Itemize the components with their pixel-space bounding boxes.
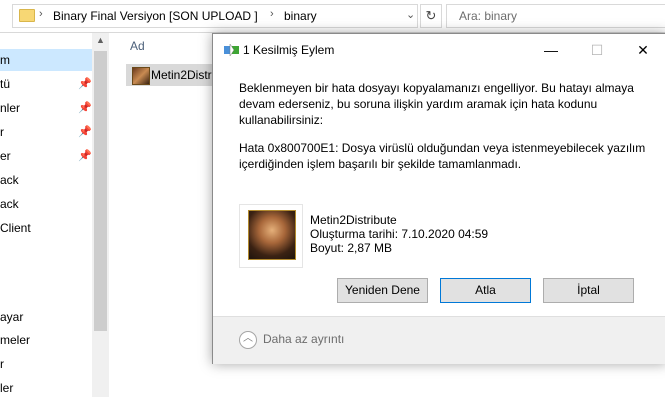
- dialog-footer: ︿ Daha az ayrıntı: [213, 316, 665, 364]
- nav-item[interactable]: ayar: [0, 306, 92, 328]
- dialog-titlebar[interactable]: 1 Kesilmiş Eylem — ☐ ✕: [213, 34, 665, 66]
- nav-item-label: nler: [0, 101, 21, 115]
- refresh-button[interactable]: ↻: [420, 4, 442, 28]
- nav-item[interactable]: meler: [0, 329, 92, 351]
- file-name: Metin2Distrib: [151, 68, 222, 82]
- maximize-button: ☐: [574, 34, 620, 66]
- retry-button[interactable]: Yeniden Dene: [337, 278, 428, 303]
- nav-item[interactable]: er 📌: [0, 145, 92, 167]
- nav-item-label: r: [0, 125, 4, 139]
- refresh-icon: ↻: [425, 8, 437, 23]
- nav-item-label: ack: [0, 197, 19, 211]
- fewer-details-toggle[interactable]: Daha az ayrıntı: [263, 332, 344, 346]
- pin-icon: 📌: [78, 102, 92, 114]
- nav-item-label: ler: [0, 381, 14, 395]
- app-icon: [132, 67, 150, 85]
- file-name: Metin2Distribute: [310, 213, 397, 227]
- nav-item[interactable]: r 📌: [0, 121, 92, 143]
- address-bar[interactable]: › Binary Final Versiyon [SON UPLOAD ] › …: [12, 4, 418, 28]
- nav-item-label: Client: [0, 221, 31, 235]
- file-created-date: Oluşturma tarihi: 7.10.2020 04:59: [310, 227, 489, 241]
- dialog-message: Beklenmeyen bir hata dosyayı kopyalamanı…: [239, 81, 634, 127]
- nav-item-label: ayar: [0, 310, 24, 324]
- dialog-title: 1 Kesilmiş Eylem: [243, 43, 335, 57]
- chevron-right-icon[interactable]: ›: [270, 8, 274, 20]
- file-size: Boyut: 2,87 MB: [310, 241, 393, 255]
- file-explorer-window: › Binary Final Versiyon [SON UPLOAD ] › …: [0, 0, 665, 397]
- navigation-pane: m tü 📌 nler 📌 r 📌 er 📌 ack ack Client ayar m…: [0, 33, 92, 397]
- pin-icon: 📌: [78, 78, 92, 90]
- chevron-down-icon[interactable]: ⌄: [406, 8, 415, 21]
- file-thumbnail: [239, 204, 303, 268]
- nav-item[interactable]: ack: [0, 169, 92, 191]
- nav-item[interactable]: r: [0, 353, 92, 375]
- column-header-name[interactable]: Ad: [130, 39, 145, 53]
- nav-item[interactable]: ler: [0, 377, 92, 399]
- minimize-button[interactable]: —: [528, 34, 574, 66]
- skip-button[interactable]: Atla: [440, 278, 531, 303]
- error-description: Hata 0x800700E1: Dosya virüslü olduğunda…: [239, 141, 646, 171]
- nav-item[interactable]: m: [0, 49, 92, 71]
- nav-item-label: tü: [0, 77, 11, 91]
- search-input[interactable]: Ara: binary: [446, 4, 665, 28]
- copy-progress-icon: [224, 44, 239, 56]
- nav-scrollbar[interactable]: ▲: [92, 33, 109, 397]
- scroll-up-icon[interactable]: ▲: [92, 35, 109, 45]
- nav-item[interactable]: nler 📌: [0, 97, 92, 119]
- breadcrumb-segment-current[interactable]: binary: [284, 9, 317, 23]
- folder-icon: [19, 9, 35, 22]
- cancel-button[interactable]: İptal: [543, 278, 634, 303]
- nav-item-label: meler: [0, 333, 31, 347]
- nav-item[interactable]: [0, 241, 92, 263]
- chevron-up-icon[interactable]: ︿: [239, 331, 257, 349]
- nav-item[interactable]: tü 📌: [0, 73, 92, 95]
- breadcrumb-segment[interactable]: Binary Final Versiyon [SON UPLOAD ]: [53, 9, 258, 23]
- nav-item[interactable]: ack: [0, 193, 92, 215]
- nav-item[interactable]: Client: [0, 217, 92, 239]
- list-item[interactable]: Metin2Distrib: [126, 64, 226, 86]
- nav-item[interactable]: [0, 265, 92, 287]
- nav-item-label: er: [0, 149, 11, 163]
- search-placeholder: Ara: binary: [459, 9, 518, 23]
- scrollbar-thumb[interactable]: [94, 51, 107, 331]
- file-details: Metin2Distribute Oluşturma tarihi: 7.10.…: [310, 213, 488, 255]
- nav-item-label: ack: [0, 173, 19, 187]
- close-icon: ✕: [637, 42, 649, 58]
- minimize-icon: —: [544, 42, 558, 58]
- close-button[interactable]: ✕: [620, 34, 665, 66]
- file-operation-error-dialog: 1 Kesilmiş Eylem — ☐ ✕ Beklenmeyen bir h…: [212, 33, 665, 364]
- pin-icon: 📌: [78, 150, 92, 162]
- maximize-icon: ☐: [590, 42, 604, 58]
- address-bar-row: › Binary Final Versiyon [SON UPLOAD ] › …: [0, 0, 665, 33]
- pin-icon: 📌: [78, 126, 92, 138]
- nav-item-label: r: [0, 357, 4, 371]
- app-icon: [248, 210, 296, 260]
- nav-item-label: m: [0, 53, 10, 67]
- chevron-right-icon[interactable]: ›: [39, 8, 43, 20]
